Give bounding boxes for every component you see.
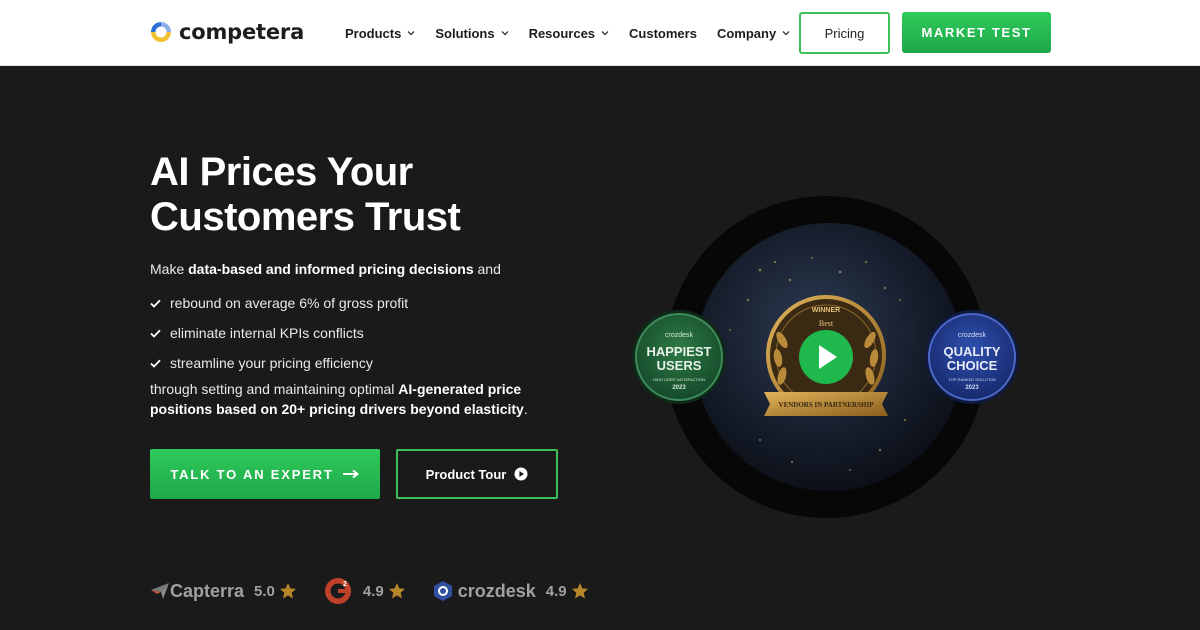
rating-capterra: Capterra 5.0 bbox=[150, 581, 297, 602]
star-icon bbox=[279, 583, 296, 599]
rating-score: 4.9 bbox=[362, 582, 384, 600]
badge-year: 2023 bbox=[672, 385, 686, 391]
nav-solutions[interactable]: Solutions bbox=[435, 26, 508, 41]
talk-to-expert-button[interactable]: TALK TO AN EXPERT bbox=[150, 449, 380, 499]
chevron-down-icon bbox=[501, 31, 508, 36]
checkmark-icon bbox=[150, 359, 161, 368]
hero-intro: Make data-based and informed pricing dec… bbox=[150, 259, 501, 279]
badge-provider: crozdesk bbox=[958, 332, 987, 339]
capterra-logo: Capterra bbox=[150, 581, 244, 602]
happiest-users-badge: crozdesk HAPPIEST USERS HIGH USER SATISF… bbox=[632, 310, 726, 404]
play-circle-icon bbox=[514, 467, 528, 481]
rating-score: 5.0 bbox=[254, 582, 275, 600]
checkmark-icon bbox=[150, 329, 161, 338]
outro-prefix: through setting and maintaining optimal bbox=[150, 381, 399, 397]
brand-logo[interactable]: competera bbox=[149, 18, 304, 46]
list-item: eliminate internal KPIs conflicts bbox=[150, 318, 408, 348]
rating-brand-name: crozdesk bbox=[457, 580, 536, 601]
chevron-down-icon bbox=[601, 31, 609, 36]
star-icon bbox=[388, 583, 405, 599]
nav-label: Customers bbox=[629, 25, 697, 41]
intro-suffix: and bbox=[473, 261, 501, 277]
list-item: streamline your pricing efficiency bbox=[150, 348, 408, 378]
badge-title-2: USERS bbox=[657, 358, 702, 373]
ribbon-text: VENDORS IN PARTNERSHIP bbox=[779, 401, 875, 409]
hero-title: AI Prices Your Customers Trust bbox=[150, 150, 461, 239]
pricing-button[interactable]: Pricing bbox=[799, 12, 890, 54]
benefit-text: rebound on average 6% of gross profit bbox=[170, 295, 409, 311]
arrow-right-icon bbox=[342, 469, 359, 479]
intro-prefix: Make bbox=[150, 261, 189, 277]
badge-subtitle: HIGH USER SATISFACTION bbox=[653, 377, 705, 382]
main-nav: Products Solutions Resources Customers C… bbox=[345, 22, 810, 44]
badge-subtitle: TOP RANKED SOLUTION bbox=[948, 377, 996, 382]
svg-text:2: 2 bbox=[343, 581, 347, 588]
market-test-button[interactable]: MARKET TEST bbox=[902, 12, 1051, 53]
button-label: TALK TO AN EXPERT bbox=[170, 466, 334, 482]
list-item: rebound on average 6% of gross profit bbox=[150, 288, 408, 318]
g2-icon: 2 bbox=[324, 578, 351, 604]
hero-video-visual: crozdesk HAPPIEST USERS HIGH USER SATISF… bbox=[632, 196, 1019, 518]
badge-year: 2023 bbox=[965, 385, 979, 391]
nav-products[interactable]: Products bbox=[345, 26, 415, 41]
badge-title-1: QUALITY bbox=[943, 344, 1000, 359]
checkmark-icon bbox=[150, 299, 161, 308]
rating-brand-name: Capterra bbox=[170, 580, 245, 601]
g2-logo: 2 G2 bbox=[323, 576, 353, 606]
crozdesk-logo: crozdesk bbox=[432, 580, 536, 602]
nav-label: Solutions bbox=[435, 25, 495, 41]
crozdesk-icon bbox=[433, 581, 452, 601]
nav-company[interactable]: Company bbox=[717, 26, 790, 41]
benefit-text: streamline your pricing efficiency bbox=[170, 355, 373, 371]
badge-best-label: Best bbox=[819, 319, 834, 328]
nav-label: Products bbox=[345, 25, 402, 41]
play-video-button[interactable] bbox=[799, 330, 853, 384]
rating-g2: 2 G2 4.9 bbox=[323, 576, 406, 606]
chevron-down-icon bbox=[782, 31, 790, 36]
rating-score: 4.9 bbox=[545, 582, 567, 600]
badge-title-1: HAPPIEST bbox=[646, 344, 711, 359]
site-header: competera Products Solutions Resources C… bbox=[0, 0, 1200, 66]
badge-provider: crozdesk bbox=[665, 332, 694, 339]
rating-crozdesk: crozdesk 4.9 bbox=[432, 580, 589, 602]
brand-name: competera bbox=[179, 20, 305, 44]
outro-suffix: . bbox=[523, 401, 528, 417]
product-tour-button[interactable]: Product Tour bbox=[396, 449, 558, 499]
star-icon bbox=[571, 583, 588, 599]
rating-strip: Capterra 5.0 2 G2 4.9 crozdesk 4.9 bbox=[150, 574, 615, 608]
badge-title-2: CHOICE bbox=[947, 358, 998, 373]
nav-customers[interactable]: Customers bbox=[629, 26, 697, 41]
nav-label: Company bbox=[716, 25, 777, 41]
benefit-text: eliminate internal KPIs conflicts bbox=[170, 325, 364, 341]
capterra-arrow-icon bbox=[151, 583, 169, 599]
chevron-down-icon bbox=[407, 31, 415, 36]
benefit-list: rebound on average 6% of gross profit el… bbox=[150, 288, 408, 378]
button-label: Product Tour bbox=[425, 466, 507, 482]
badge-winner-label: WINNER bbox=[812, 307, 840, 314]
intro-emphasis: data-based and informed pricing decision… bbox=[188, 261, 474, 277]
hero-outro: through setting and maintaining optimal … bbox=[150, 379, 550, 419]
competera-logo-icon bbox=[151, 22, 171, 42]
quality-choice-badge: crozdesk QUALITY CHOICE TOP RANKED SOLUT… bbox=[925, 310, 1019, 404]
nav-resources[interactable]: Resources bbox=[529, 26, 609, 41]
nav-label: Resources bbox=[528, 25, 596, 41]
